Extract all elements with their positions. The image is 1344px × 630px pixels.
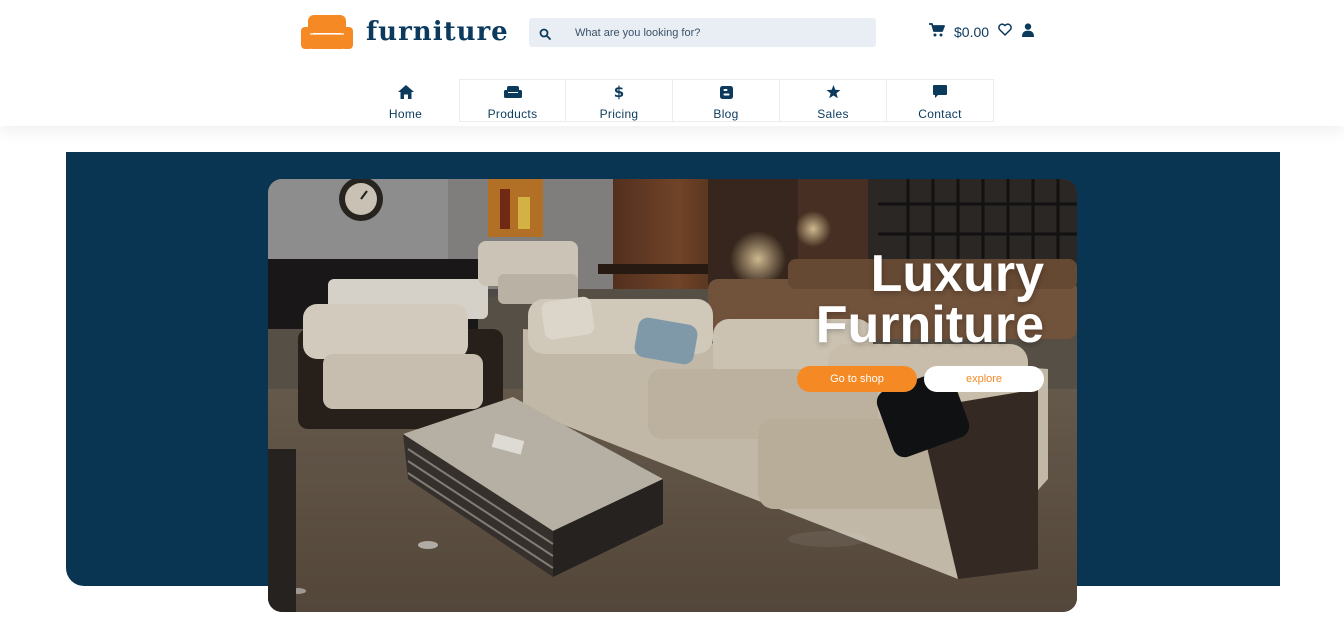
explore-button[interactable]: explore (924, 366, 1044, 392)
brand-logo[interactable]: furniture (301, 13, 509, 51)
nav-item-home[interactable]: Home (352, 79, 459, 122)
nav-item-products[interactable]: Products (459, 79, 566, 122)
home-icon (397, 84, 414, 100)
chat-icon (933, 84, 947, 100)
dollar-icon: $ (614, 84, 624, 100)
search-bar (529, 18, 876, 47)
heart-icon[interactable] (998, 23, 1012, 41)
blog-icon (719, 84, 733, 100)
hero-title-line2: Furniture (815, 296, 1044, 354)
nav-item-contact[interactable]: Contact (887, 79, 994, 122)
nav-label: Sales (817, 107, 849, 121)
nav-label: Blog (713, 107, 739, 121)
hero-banner: Luxury Furniture Go to shop explore (268, 179, 1077, 612)
nav-label: Contact (918, 107, 962, 121)
star-icon (826, 84, 841, 100)
hero-title: Luxury Furniture (815, 248, 1044, 354)
nav-item-pricing[interactable]: $ Pricing (566, 79, 673, 122)
header-actions: $0.00 (929, 22, 1035, 42)
sofa-logo-icon (301, 14, 353, 50)
svg-text:$: $ (614, 84, 624, 100)
nav-label: Pricing (599, 107, 639, 121)
sofa-icon (503, 84, 522, 100)
site-header: furniture $0.00 (0, 0, 1344, 126)
cart-total[interactable]: $0.00 (954, 24, 989, 40)
hero-title-line1: Luxury (870, 245, 1044, 303)
user-icon[interactable] (1022, 22, 1035, 42)
main-nav: Home Products $ Pricing Blog Sales Conta… (352, 79, 994, 122)
nav-label: Home (388, 107, 423, 121)
showroom-photo (268, 179, 1077, 612)
nav-item-blog[interactable]: Blog (673, 79, 780, 122)
nav-label: Products (487, 107, 538, 121)
search-icon[interactable] (539, 27, 551, 40)
go-to-shop-button[interactable]: Go to shop (797, 366, 917, 392)
nav-item-sales[interactable]: Sales (780, 79, 887, 122)
search-input[interactable] (575, 26, 855, 39)
brand-name: furniture (366, 17, 509, 47)
cart-icon[interactable] (929, 22, 945, 42)
